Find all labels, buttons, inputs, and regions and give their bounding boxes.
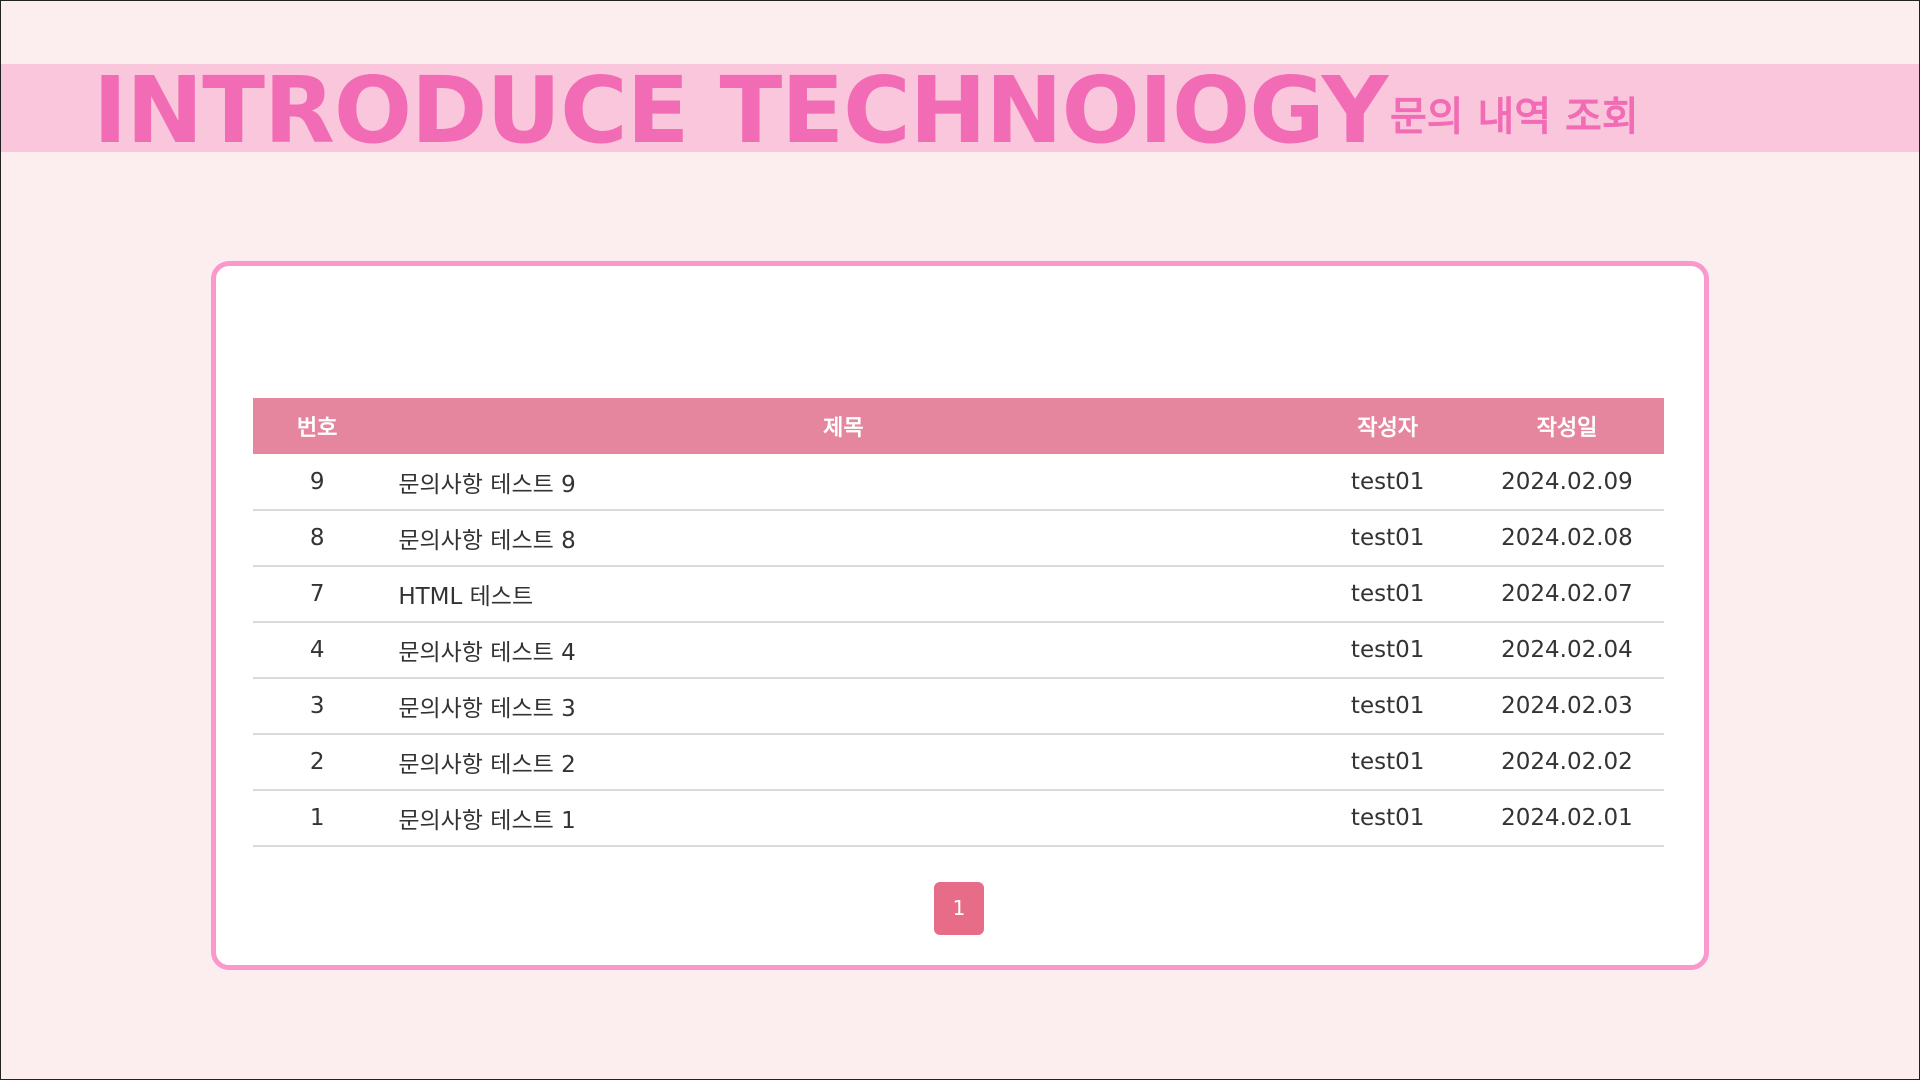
row-title-link[interactable]: 문의사항 테스트 2 bbox=[381, 734, 1305, 790]
row-title-link[interactable]: 문의사항 테스트 9 bbox=[381, 454, 1305, 510]
row-title-link[interactable]: 문의사항 테스트 4 bbox=[381, 622, 1305, 678]
page-button-1[interactable]: 1 bbox=[934, 882, 984, 935]
row-author: test01 bbox=[1350, 805, 1425, 831]
row-number: 3 bbox=[309, 693, 325, 719]
row-title-link[interactable]: 문의사항 테스트 8 bbox=[381, 510, 1305, 566]
row-number: 9 bbox=[309, 468, 325, 495]
row-title-link[interactable]: 문의사항 테스트 1 bbox=[381, 790, 1305, 846]
row-number: 8 bbox=[309, 525, 325, 551]
row-title-link[interactable]: 문의사항 테스트 3 bbox=[381, 678, 1305, 734]
row-author: test01 bbox=[1350, 525, 1425, 551]
row-number: 1 bbox=[309, 805, 325, 831]
table-row[interactable]: 1 문의사항 테스트 1 test01 2024.02.01 bbox=[253, 790, 1664, 846]
table-row[interactable]: 3 문의사항 테스트 3 test01 2024.02.03 bbox=[253, 678, 1664, 734]
row-date: 2024.02.02 bbox=[1501, 749, 1633, 775]
row-number: 4 bbox=[309, 637, 325, 663]
row-author: test01 bbox=[1350, 581, 1425, 607]
row-date: 2024.02.04 bbox=[1501, 637, 1633, 663]
table-row[interactable]: 7 HTML 테스트 test01 2024.02.07 bbox=[253, 566, 1664, 622]
column-header-author: 작성자 bbox=[1357, 416, 1418, 441]
row-date: 2024.02.07 bbox=[1501, 581, 1633, 607]
table-row[interactable]: 8 문의사항 테스트 8 test01 2024.02.08 bbox=[253, 510, 1664, 566]
page-title: INTRODUCE TECHNOIOGY bbox=[93, 57, 1388, 164]
table-header-row: 번호 제목 작성자 작성일 bbox=[253, 398, 1664, 454]
row-number: 2 bbox=[309, 749, 325, 775]
table-row[interactable]: 4 문의사항 테스트 4 test01 2024.02.04 bbox=[253, 622, 1664, 678]
row-author: test01 bbox=[1350, 637, 1425, 663]
row-date: 2024.02.09 bbox=[1501, 468, 1633, 495]
row-author: test01 bbox=[1350, 468, 1425, 495]
row-author: test01 bbox=[1350, 749, 1425, 775]
column-header-date: 작성일 bbox=[1536, 416, 1598, 441]
row-date: 2024.02.08 bbox=[1501, 525, 1633, 551]
row-author: test01 bbox=[1350, 693, 1425, 719]
row-number: 7 bbox=[309, 581, 325, 607]
page-subtitle: 문의 내역 조회 bbox=[1390, 94, 1639, 140]
row-date: 2024.02.01 bbox=[1501, 805, 1633, 831]
row-title-link[interactable]: HTML 테스트 bbox=[381, 566, 1305, 622]
inquiry-table: 번호 제목 작성자 작성일 9 문의사항 테스트 9 test01 2024.0… bbox=[253, 398, 1664, 847]
table-row[interactable]: 9 문의사항 테스트 9 test01 2024.02.09 bbox=[253, 454, 1664, 510]
row-date: 2024.02.03 bbox=[1501, 693, 1633, 719]
column-header-title: 제목 bbox=[823, 416, 864, 441]
column-header-number: 번호 bbox=[296, 416, 338, 441]
table-row[interactable]: 2 문의사항 테스트 2 test01 2024.02.02 bbox=[253, 734, 1664, 790]
